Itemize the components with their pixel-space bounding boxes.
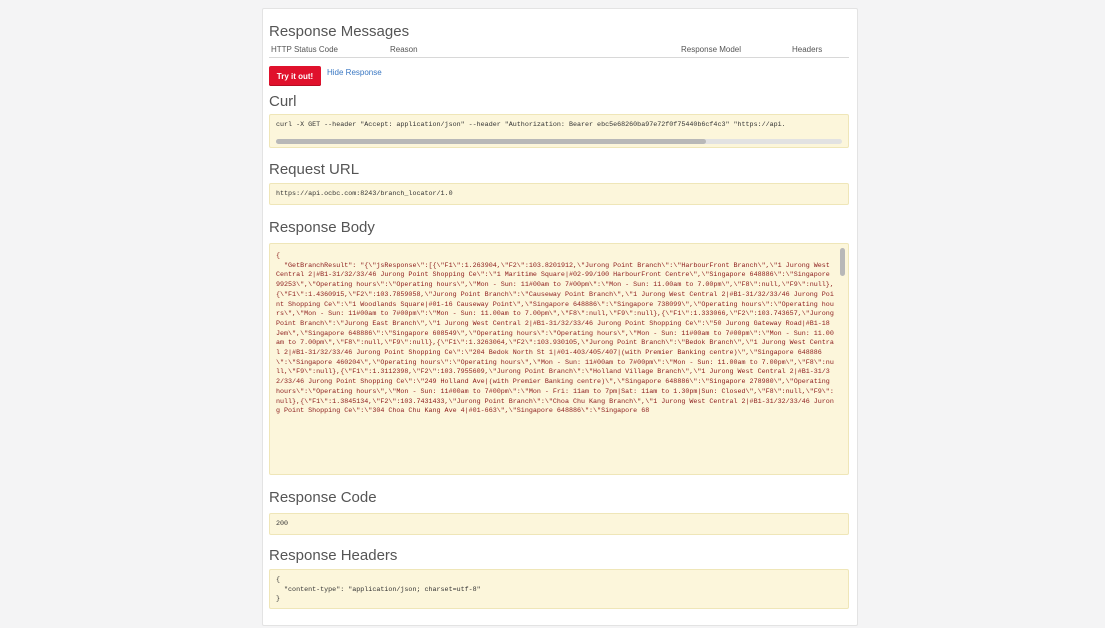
col-reason: Reason (390, 45, 418, 54)
request-url-box: https://api.ocbc.com:8243/branch_locator… (269, 183, 849, 205)
col-http-status-code: HTTP Status Code (271, 45, 338, 54)
response-messages-title: Response Messages (269, 23, 410, 40)
response-headers-title: Response Headers (269, 547, 398, 564)
response-headers-content: { "content-type": "application/json; cha… (276, 576, 481, 603)
response-body-box[interactable]: { "GetBranchResult": "{\"jsResponse\":[{… (269, 243, 849, 475)
horizontal-scrollbar[interactable] (276, 139, 842, 144)
response-code-title: Response Code (269, 489, 377, 506)
request-url-title: Request URL (269, 161, 360, 178)
try-it-out-button[interactable]: Try it out! (269, 66, 321, 86)
col-response-model: Response Model (681, 45, 742, 54)
curl-command: curl -X GET --header "Accept: applicatio… (276, 121, 786, 129)
curl-command-box[interactable]: curl -X GET --header "Accept: applicatio… (269, 114, 849, 148)
hide-response-link[interactable]: Hide Response (327, 68, 382, 77)
horizontal-scrollbar-thumb[interactable] (276, 139, 707, 144)
operation-panel: Response Messages HTTP Status Code Reaso… (262, 8, 858, 626)
response-code-box: 200 (269, 513, 849, 535)
response-body-title: Response Body (269, 219, 375, 236)
response-messages-header: HTTP Status Code Reason Response Model H… (269, 43, 849, 58)
response-body-content: { "GetBranchResult": "{\"jsResponse\":[{… (276, 252, 834, 416)
request-url-value: https://api.ocbc.com:8243/branch_locator… (276, 190, 453, 198)
curl-title: Curl (269, 93, 297, 110)
response-code-value: 200 (276, 520, 289, 528)
response-headers-box: { "content-type": "application/json; cha… (269, 569, 849, 609)
col-headers: Headers (792, 45, 823, 54)
vertical-scrollbar-thumb[interactable] (840, 248, 845, 276)
